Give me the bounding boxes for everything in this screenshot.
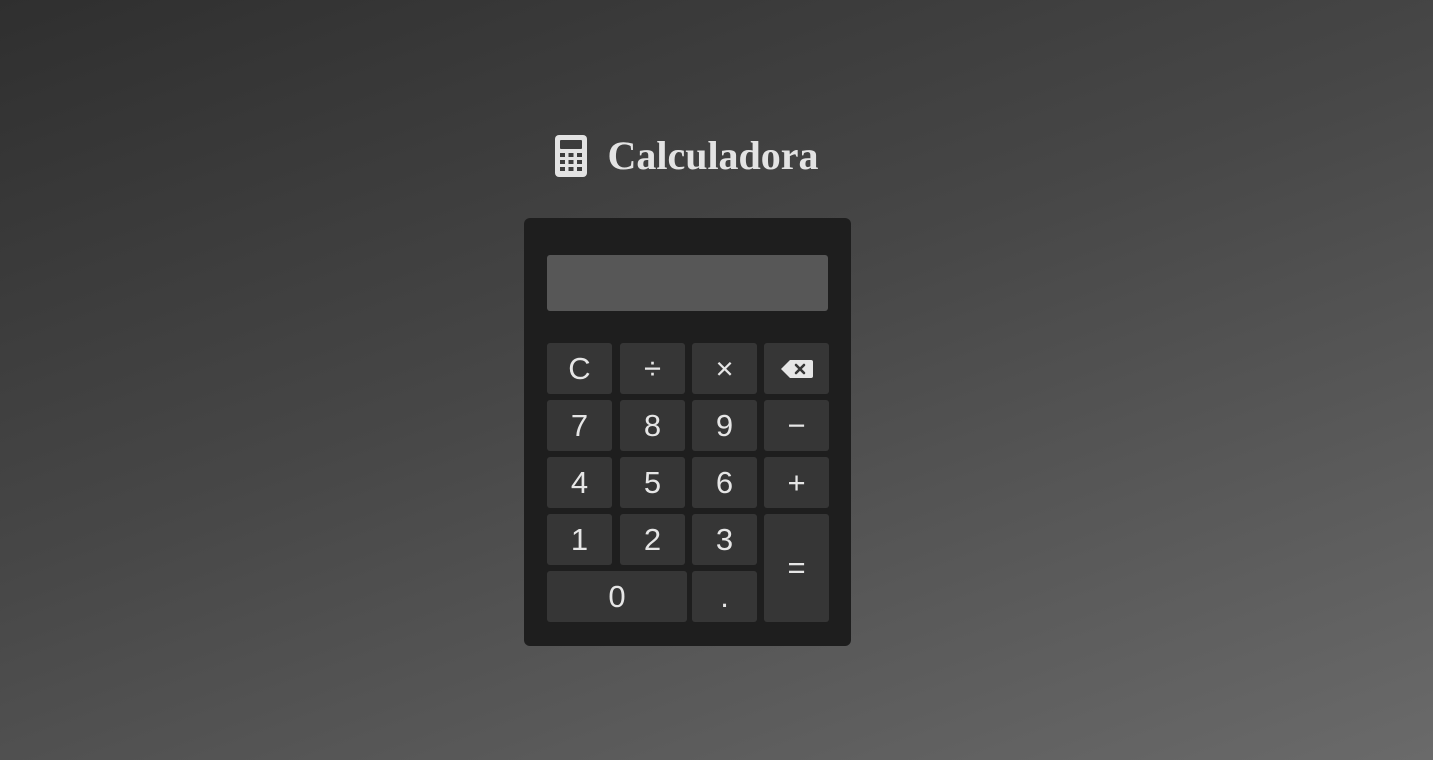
backspace-icon: [780, 359, 813, 378]
equals-button[interactable]: =: [764, 514, 829, 622]
subtract-button[interactable]: −: [764, 400, 829, 451]
digit-5-button[interactable]: 5: [620, 457, 685, 508]
digit-6-button[interactable]: 6: [692, 457, 757, 508]
calculator: C ÷ × 7 8 9 − 4 5 6 + 1 2 3 = 0 .: [524, 218, 851, 646]
backspace-button[interactable]: [764, 343, 829, 394]
digit-1-button[interactable]: 1: [547, 514, 612, 565]
digit-3-button[interactable]: 3: [692, 514, 757, 565]
digit-0-button[interactable]: 0: [547, 571, 687, 622]
clear-button[interactable]: C: [547, 343, 612, 394]
digit-9-button[interactable]: 9: [692, 400, 757, 451]
add-button[interactable]: +: [764, 457, 829, 508]
digit-8-button[interactable]: 8: [620, 400, 685, 451]
multiply-button[interactable]: ×: [692, 343, 757, 394]
page-title: Calculadora: [607, 133, 819, 178]
digit-7-button[interactable]: 7: [547, 400, 612, 451]
page-header: Calculadora: [0, 133, 1374, 179]
digit-4-button[interactable]: 4: [547, 457, 612, 508]
digit-2-button[interactable]: 2: [620, 514, 685, 565]
calculator-display[interactable]: [547, 255, 828, 311]
decimal-button[interactable]: .: [692, 571, 757, 622]
calculator-icon: [555, 135, 588, 177]
divide-button[interactable]: ÷: [620, 343, 685, 394]
